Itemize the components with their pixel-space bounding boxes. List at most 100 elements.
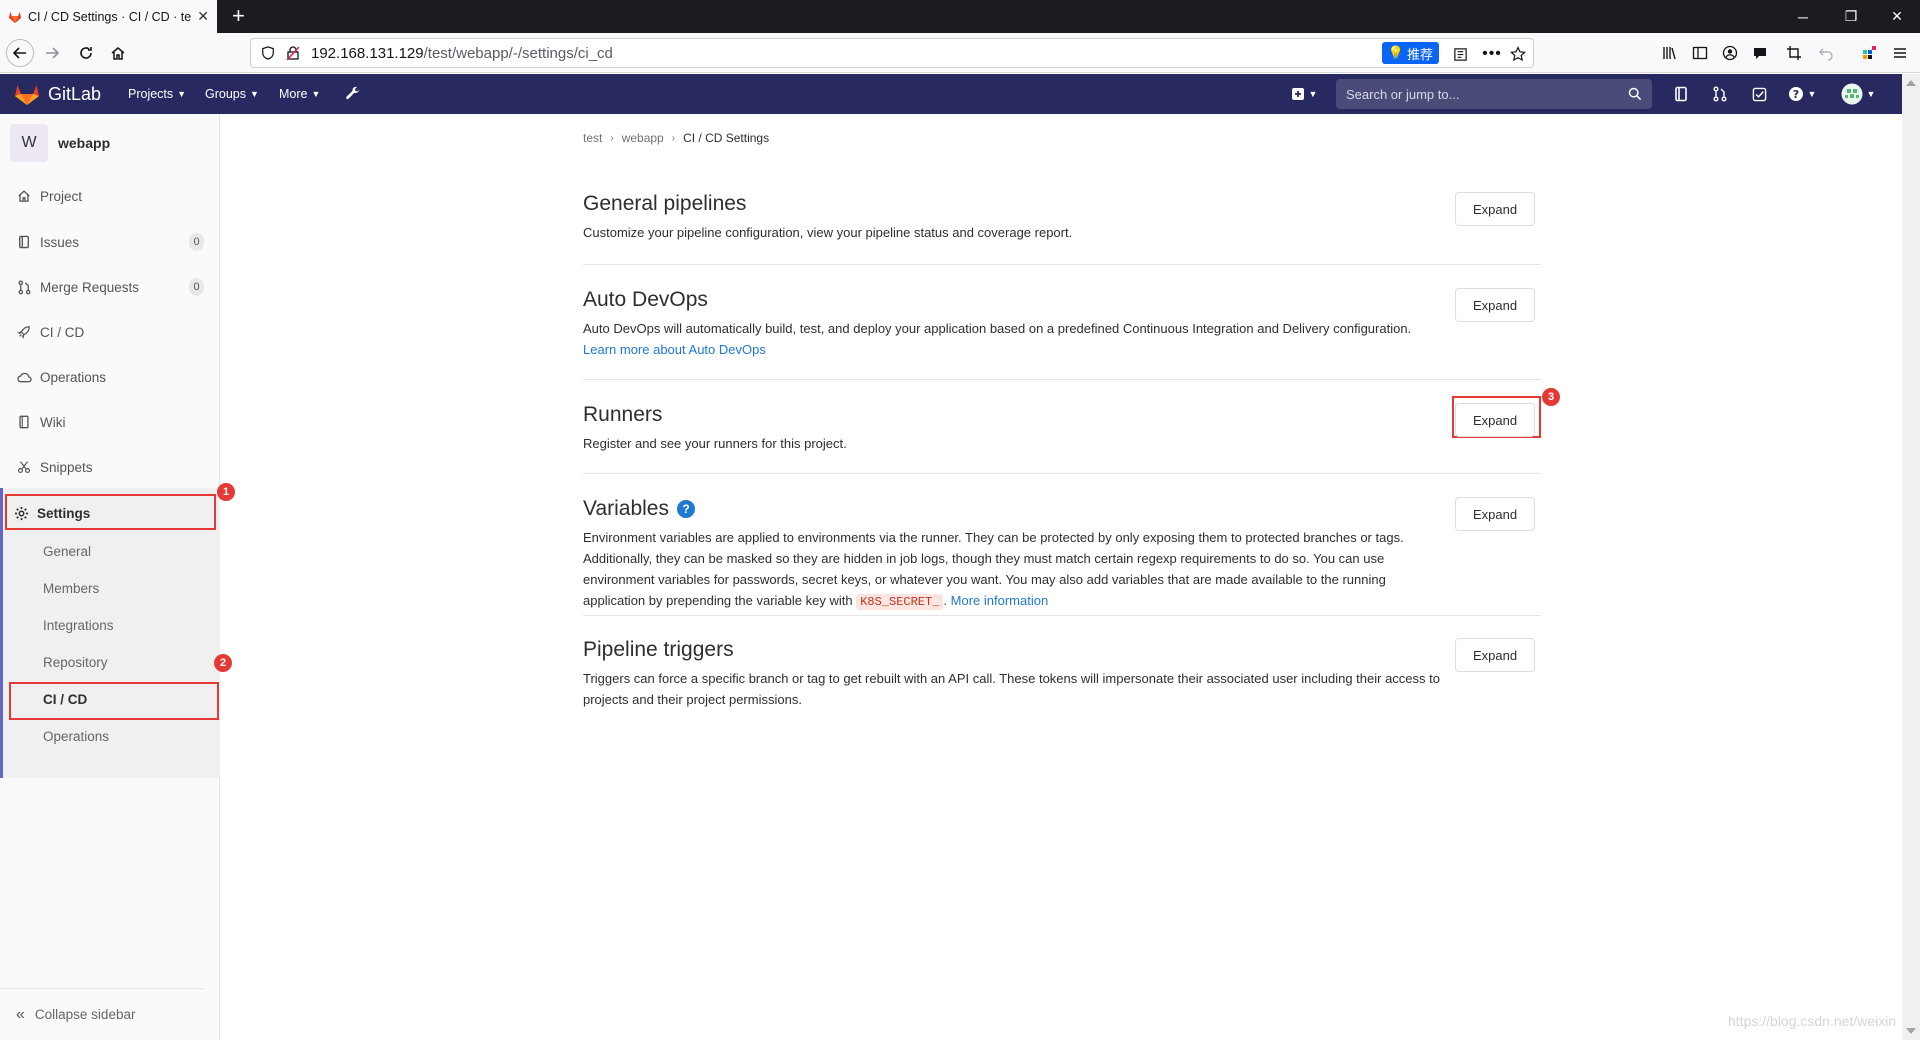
sidebar-item-label: Merge Requests [40, 279, 140, 295]
sidebar-item-issues[interactable]: Issues 0 [0, 222, 220, 262]
account-icon[interactable] [1716, 39, 1744, 67]
settings-sub-general[interactable]: General [43, 544, 91, 559]
sidebar-item-label: CI / CD [40, 324, 85, 340]
settings-sub-repository[interactable]: Repository [43, 655, 108, 670]
section-title: Variables? [583, 497, 1541, 521]
expand-general-pipelines-button[interactable]: Expand [1455, 192, 1535, 226]
expand-runners-button[interactable]: Expand [1455, 403, 1535, 437]
user-avatar-dropdown[interactable]: ▼ [1838, 82, 1878, 106]
page-scrollbar[interactable] [1902, 74, 1920, 1040]
settings-sub-members[interactable]: Members [43, 581, 99, 596]
collapse-sidebar-button[interactable]: « Collapse sidebar [0, 988, 204, 1040]
learn-more-auto-devops-link[interactable]: Learn more about Auto DevOps [583, 342, 766, 357]
bookmark-star-icon[interactable] [1507, 43, 1529, 65]
help-question-icon[interactable]: ? [677, 500, 695, 518]
sidebar-item-wiki[interactable]: Wiki [0, 402, 220, 442]
settings-sub-integrations[interactable]: Integrations [43, 618, 114, 633]
reader-view-icon[interactable] [1449, 43, 1471, 65]
collapse-sidebar-label: Collapse sidebar [34, 1007, 136, 1022]
undo-icon[interactable] [1812, 39, 1840, 67]
url-text: 192.168.131.129/test/webapp/-/settings/c… [311, 45, 613, 62]
merge-requests-header-icon[interactable] [1707, 82, 1733, 106]
tab-close-icon[interactable]: ✕ [197, 8, 209, 25]
recommend-button[interactable]: 💡 推荐 [1381, 42, 1439, 64]
sidebar-item-snippets[interactable]: Snippets [0, 447, 220, 487]
groups-menu-label: Groups [205, 87, 246, 101]
sidebar-item-operations[interactable]: Operations [0, 357, 220, 397]
plus-square-icon [1291, 88, 1304, 100]
sidebar-toggle-icon[interactable] [1686, 39, 1714, 67]
insecure-lock-icon[interactable] [285, 45, 301, 61]
minimize-icon[interactable]: ─ [1780, 0, 1826, 33]
expand-pipeline-triggers-button[interactable]: Expand [1455, 638, 1535, 672]
step-marker-2: 2 [214, 654, 232, 672]
new-item-dropdown[interactable]: ▼ [1284, 82, 1324, 106]
variables-desc-suffix: . [943, 593, 948, 608]
search-input[interactable] [1346, 86, 1628, 102]
back-icon[interactable] [6, 39, 34, 67]
restore-icon[interactable]: ❐ [1828, 0, 1874, 33]
breadcrumb-test[interactable]: test [583, 131, 602, 145]
section-runners: Runners Register and see your runners fo… [583, 403, 1541, 474]
highlight-settings [5, 494, 216, 530]
library-icon[interactable] [1656, 39, 1684, 67]
search-box[interactable] [1336, 79, 1652, 109]
window-close-icon[interactable]: ✕ [1874, 0, 1920, 33]
sidebar: W webapp Project Issues 0 Merge Requests… [0, 114, 220, 1040]
more-information-link[interactable]: More information [951, 593, 1049, 608]
admin-wrench-icon[interactable] [340, 82, 366, 106]
settings-sub-operations[interactable]: Operations [43, 729, 109, 744]
screenshot-icon[interactable] [1780, 39, 1808, 67]
more-menu[interactable]: More ▼ [279, 74, 320, 114]
gitlab-favicon-icon [8, 11, 22, 23]
sidebar-item-label: Project [40, 188, 83, 204]
double-chevron-left-icon: « [16, 1005, 25, 1023]
home-icon[interactable] [104, 39, 132, 67]
groups-menu[interactable]: Groups ▼ [205, 74, 259, 114]
expand-variables-button[interactable]: Expand [1455, 497, 1535, 531]
cloud-gear-icon [16, 369, 32, 385]
browser-nav-bar: 192.168.131.129/test/webapp/-/settings/c… [0, 33, 1920, 73]
sidebar-item-project[interactable]: Project [0, 176, 220, 216]
chevron-down-icon: ▼ [1308, 89, 1318, 99]
reload-icon[interactable] [72, 39, 100, 67]
url-host: 192.168.131.129 [311, 44, 424, 62]
highlight-ci-cd [9, 682, 219, 720]
svg-text:?: ? [1792, 88, 1798, 101]
breadcrumb-webapp[interactable]: webapp [622, 131, 664, 145]
more-menu-label: More [279, 87, 308, 101]
lightbulb-icon: 💡 [1387, 45, 1404, 60]
home-icon [16, 188, 32, 204]
section-general-pipelines: General pipelines Customize your pipelin… [583, 192, 1541, 265]
chat-icon[interactable] [1746, 39, 1774, 67]
projects-menu-label: Projects [128, 87, 174, 101]
url-bar[interactable]: 192.168.131.129/test/webapp/-/settings/c… [250, 38, 1534, 68]
more-actions-icon[interactable]: ••• [1481, 43, 1503, 65]
projects-menu[interactable]: Projects ▼ [128, 74, 186, 114]
gitlab-brand: GitLab [48, 83, 102, 104]
shield-icon[interactable] [261, 46, 275, 60]
book-icon [16, 414, 32, 430]
extensions-icon[interactable] [1856, 39, 1884, 67]
section-description: Customize your pipeline configuration, v… [583, 225, 1073, 240]
expand-auto-devops-button[interactable]: Expand [1455, 288, 1535, 322]
issues-header-icon[interactable] [1668, 82, 1694, 106]
browser-tab[interactable]: CI / CD Settings · CI / CD · te ✕ [0, 0, 217, 33]
todos-icon[interactable] [1746, 82, 1772, 106]
help-dropdown[interactable]: ? ▼ [1784, 82, 1820, 106]
sidebar-project-header[interactable]: W webapp [10, 124, 110, 162]
forward-icon[interactable] [38, 39, 66, 67]
scroll-up-arrow-icon[interactable] [1906, 80, 1916, 86]
gitlab-logo[interactable]: GitLab [14, 82, 101, 106]
scroll-down-arrow-icon[interactable] [1906, 1028, 1916, 1034]
section-title-text: Variables [583, 497, 669, 520]
hamburger-menu-icon[interactable] [1886, 39, 1914, 67]
step-marker-1: 1 [217, 483, 235, 501]
chevron-right-icon: › [671, 132, 676, 144]
section-title: Auto DevOps [583, 288, 1541, 312]
sidebar-item-merge-requests[interactable]: Merge Requests 0 [0, 267, 220, 307]
new-tab-icon[interactable]: + [232, 3, 245, 29]
breadcrumb-current[interactable]: CI / CD Settings [683, 131, 769, 145]
sidebar-item-ci-cd[interactable]: CI / CD [0, 312, 220, 352]
url-path: /test/webapp/-/settings/ci_cd [423, 44, 613, 62]
